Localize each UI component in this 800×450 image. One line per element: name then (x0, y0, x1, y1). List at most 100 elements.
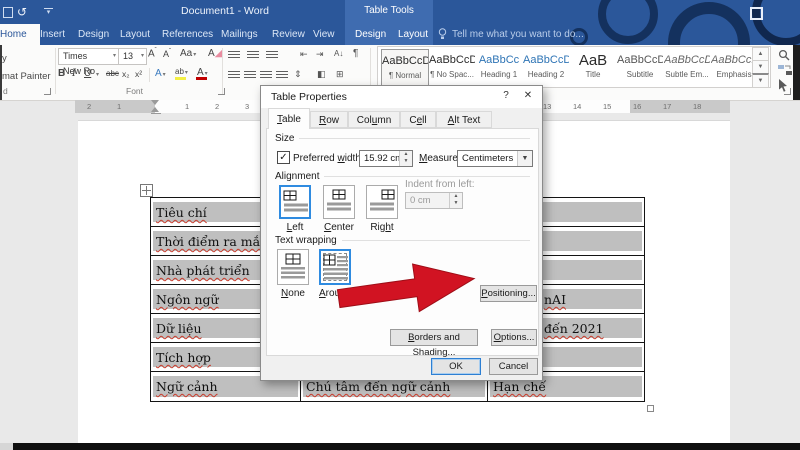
italic-icon[interactable]: I (72, 68, 76, 79)
save-icon[interactable] (3, 7, 13, 18)
ok-button[interactable]: OK (431, 358, 481, 375)
gallery-scroll-up-icon[interactable]: ▲ (752, 47, 769, 61)
dialog-close-icon[interactable]: ✕ (520, 90, 536, 101)
cancel-button[interactable]: Cancel (489, 358, 538, 375)
hanging-indent-marker[interactable] (151, 107, 159, 112)
clear-formatting-icon[interactable]: A◢ (208, 48, 222, 59)
font-dialog-launcher-icon[interactable] (218, 88, 225, 95)
shading-icon[interactable]: ◧ (317, 69, 326, 80)
font-color-bar (196, 77, 207, 80)
dialog-tab-cell[interactable]: Cell (400, 111, 436, 128)
style-normal[interactable]: AaBbCcDc¶ Normal (381, 49, 429, 86)
underline-dropdown-icon[interactable]: ▾ (95, 68, 99, 79)
style-title[interactable]: AaBTitle (570, 49, 616, 84)
ruler-number: 15 (603, 102, 611, 111)
style-subtle-emphasis[interactable]: AaBbCcDiSubtle Em... (664, 49, 710, 84)
tab-table-layout[interactable]: Layout (398, 24, 428, 45)
bottom-left-notch (0, 443, 13, 450)
gallery-more-icon[interactable]: ▼ (752, 73, 769, 88)
spinner-arrows-icon: ▲▼ (449, 193, 462, 208)
dialog-help-icon[interactable]: ? (498, 90, 514, 101)
window-control-icon[interactable] (750, 7, 763, 20)
tab-view[interactable]: View (313, 24, 335, 45)
tell-me-box[interactable]: Tell me what you want to do... (452, 24, 584, 45)
customize-qat-icon[interactable]: ▾ (44, 8, 53, 17)
dialog-tab-alt-text[interactable]: Alt Text (436, 111, 492, 128)
table-move-handle-icon[interactable] (140, 184, 153, 197)
tab-layout[interactable]: Layout (120, 24, 150, 45)
screen-left-edge (0, 45, 2, 100)
format-painter-fragment[interactable]: mat Painter (2, 71, 51, 82)
align-left-icon[interactable] (228, 71, 240, 80)
borders-and-shading-button[interactable]: Borders and Shading... (390, 329, 478, 346)
superscript-icon[interactable]: x² (135, 69, 142, 79)
preferred-width-spinner[interactable]: 15.92 cm ▲▼ (359, 150, 413, 167)
tab-design[interactable]: Design (78, 24, 109, 45)
shrink-font-icon[interactable]: Aˇ (163, 49, 171, 59)
first-line-indent-marker[interactable] (151, 100, 159, 105)
styles-gallery: AaBbCcDc¶ Normal AaBbCcDc¶ No Spac... Aa… (377, 46, 771, 88)
font-name-combo[interactable]: Times New Ro▾ (58, 48, 119, 65)
increase-indent-icon[interactable]: ⇥ (316, 49, 324, 60)
table-properties-dialog: Table Properties ? ✕ Table Row Column Ce… (260, 85, 543, 381)
dialog-tab-column[interactable]: Column (348, 111, 400, 128)
tab-insert[interactable]: Insert (40, 24, 65, 45)
find-icon[interactable] (778, 49, 791, 62)
spinner-arrows-icon[interactable]: ▲▼ (399, 151, 412, 166)
size-section-header: Size (275, 133, 530, 144)
style-heading1[interactable]: AaBbCcHeading 1 (476, 49, 522, 84)
alignment-section-header: Alignment (275, 171, 530, 182)
gallery-scroll-down-icon[interactable]: ▼ (752, 60, 769, 74)
bold-icon[interactable]: B (58, 68, 65, 79)
text-effects-icon[interactable]: A▾ (155, 68, 166, 79)
clipboard-copy-fragment[interactable]: y (2, 53, 7, 64)
decrease-indent-icon[interactable]: ⇤ (300, 49, 308, 60)
tab-review[interactable]: Review (272, 24, 305, 45)
positioning-button[interactable]: Positioning... (480, 285, 537, 302)
font-size-combo[interactable]: 13▾ (118, 48, 147, 65)
sort-icon[interactable]: A↓ (334, 49, 343, 58)
alignment-right-tile[interactable] (366, 185, 398, 219)
table-resize-handle-icon[interactable] (647, 405, 654, 412)
strikethrough-icon[interactable]: abc (106, 69, 119, 78)
replace-icon[interactable] (778, 64, 792, 76)
style-no-spacing[interactable]: AaBbCcDc¶ No Spac... (429, 49, 475, 84)
measure-in-combo[interactable]: Centimeters ▼ (457, 150, 533, 167)
tab-mailings[interactable]: Mailings (221, 24, 258, 45)
tab-home[interactable]: Home (0, 24, 40, 45)
alignment-left-tile[interactable] (279, 185, 311, 219)
ruler-number: 16 (633, 102, 641, 111)
styles-dialog-launcher-icon[interactable] (784, 88, 791, 95)
measure-in-value: Centimeters (462, 151, 513, 166)
clipboard-dialog-launcher-icon[interactable] (44, 88, 51, 95)
style-subtitle[interactable]: AaBbCcDSubtitle (617, 49, 663, 84)
preferred-width-checkbox[interactable]: ✓ (277, 151, 290, 164)
bullets-icon[interactable] (228, 51, 240, 60)
dialog-tab-table[interactable]: Table (268, 108, 310, 129)
numbering-icon[interactable] (247, 51, 259, 60)
dialog-tab-row[interactable]: Row (310, 111, 348, 128)
alignment-center-tile[interactable] (323, 185, 355, 219)
wrapping-none-tile[interactable] (277, 249, 309, 285)
tab-table-design[interactable]: Design (355, 24, 386, 45)
underline-icon[interactable]: U (84, 68, 91, 79)
subscript-icon[interactable]: x₂ (122, 69, 130, 79)
undo-icon[interactable]: ↺ (17, 5, 27, 19)
align-center-icon[interactable] (244, 71, 256, 80)
align-right-icon[interactable] (260, 71, 272, 80)
line-spacing-icon[interactable]: ⇕ (294, 69, 302, 80)
options-button[interactable]: Options... (491, 329, 537, 346)
highlight-color-icon[interactable]: ab▾ (175, 67, 188, 76)
combo-dropdown-icon[interactable]: ▼ (517, 151, 532, 166)
justify-icon[interactable] (276, 71, 288, 80)
borders-icon[interactable]: ⊞ (336, 69, 344, 80)
pilcrow-icon[interactable]: ¶ (353, 48, 358, 59)
alignment-right-label: Right (366, 222, 398, 233)
style-heading2[interactable]: AaBbCcDHeading 2 (523, 49, 569, 84)
multilevel-list-icon[interactable] (266, 51, 278, 60)
tab-references[interactable]: References (162, 24, 213, 45)
grow-font-icon[interactable]: Aˆ (148, 48, 157, 59)
dialog-title: Table Properties (271, 91, 347, 103)
change-case-icon[interactable]: Aa▾ (180, 48, 196, 59)
style-emphasis[interactable]: AaBbCcDiEmphasis (711, 49, 757, 84)
